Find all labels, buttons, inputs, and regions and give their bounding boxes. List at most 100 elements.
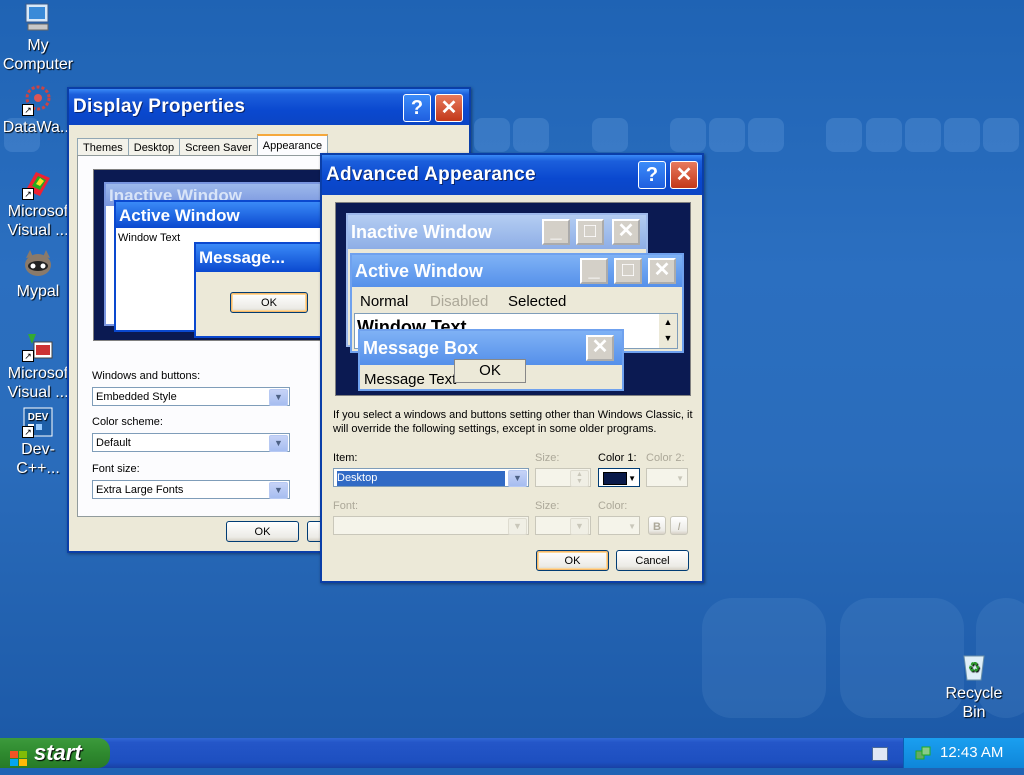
- chevron-down-icon[interactable]: ▼: [508, 518, 527, 535]
- preview-active-title: Active Window: [116, 202, 334, 228]
- item-size-spinner[interactable]: ▲ ▼: [535, 468, 591, 487]
- preview-active-title-bar: Active Window _ □ ✕: [352, 255, 682, 287]
- mypal-icon: [22, 248, 54, 280]
- info-text: If you select a windows and buttons sett…: [333, 409, 693, 435]
- help-button[interactable]: ?: [638, 161, 666, 189]
- devcpp-icon: DEV ↗: [22, 406, 54, 438]
- desktop-icon-visual-studio-2[interactable]: ↗ Microsof Visual ...: [0, 330, 76, 402]
- preview-ok-button: OK: [454, 359, 526, 383]
- recycle-bin-icon: ♻: [958, 650, 990, 682]
- tab-appearance[interactable]: Appearance: [256, 134, 329, 157]
- bg-tile: [748, 118, 784, 152]
- cancel-button[interactable]: Cancel: [616, 550, 689, 571]
- start-button[interactable]: start: [0, 738, 110, 768]
- shortcut-arrow-icon: ↗: [22, 350, 34, 362]
- close-icon: ✕: [612, 219, 640, 245]
- preview-menu-disabled: Disabled: [430, 293, 489, 310]
- desktop-icon-label: My Computer: [2, 37, 74, 73]
- item-value: Desktop: [337, 471, 505, 486]
- bold-button[interactable]: B: [648, 516, 666, 535]
- start-label: start: [34, 740, 82, 765]
- desktop-icon-recycle-bin[interactable]: ♻ Recycle Bin: [936, 650, 1012, 722]
- advanced-appearance-window: Advanced Appearance ? ✕ Inactive Window …: [320, 153, 704, 583]
- windows-buttons-label: Windows and buttons:: [92, 370, 201, 382]
- chevron-down-icon[interactable]: ▼: [269, 482, 288, 499]
- desktop-icon-label: Microsof Visual ...: [7, 365, 69, 401]
- bg-tile: [905, 118, 941, 152]
- help-button[interactable]: ?: [403, 94, 431, 122]
- visual-studio-icon: ↗: [22, 168, 54, 200]
- italic-button[interactable]: I: [670, 516, 688, 535]
- keyboard-icon[interactable]: [872, 747, 888, 761]
- chevron-down-icon[interactable]: ▼: [570, 518, 589, 535]
- color1-picker[interactable]: ▼: [598, 468, 640, 487]
- preview-menu-normal: Normal: [360, 293, 409, 310]
- minimize-icon: _: [580, 258, 608, 284]
- chevron-down-icon: ▼: [628, 522, 636, 531]
- bg-tile: [670, 118, 706, 152]
- bg-tile: [866, 118, 902, 152]
- clock[interactable]: 12:43 AM: [940, 738, 1003, 768]
- desktop-icon-label: Dev-C++...: [16, 441, 60, 477]
- desktop-icon-mypal[interactable]: Mypal: [0, 248, 76, 301]
- bg-tile: [474, 118, 510, 152]
- preview-box[interactable]: Inactive Window _ □ ✕ Active Window _ □ …: [335, 202, 691, 396]
- desktop-icon-visual-studio-1[interactable]: ↗ Microsof Visual ...: [0, 168, 76, 240]
- preview-active-title: Active Window: [355, 261, 483, 281]
- tab-strip: Themes Desktop Screen Saver Appearance: [77, 134, 329, 157]
- chevron-down-icon[interactable]: ▼: [269, 389, 288, 406]
- ok-button[interactable]: OK: [536, 550, 609, 571]
- font-label: Font:: [333, 500, 359, 512]
- font-size-select[interactable]: ▼: [535, 516, 591, 535]
- close-button[interactable]: ✕: [435, 94, 463, 122]
- window-title: Display Properties: [73, 96, 246, 117]
- shortcut-arrow-icon: ↗: [22, 188, 34, 200]
- maximize-icon: □: [576, 219, 604, 245]
- desktop-icon-label: Mypal: [16, 283, 60, 300]
- svg-text:♻: ♻: [968, 660, 981, 676]
- ok-button[interactable]: OK: [226, 521, 299, 542]
- bg-tile: [702, 598, 826, 718]
- color-scheme-label: Color scheme:: [92, 416, 163, 428]
- preview-message-window: Message Box ✕ Message Text OK: [358, 329, 624, 391]
- chevron-down-icon: ▼: [628, 474, 636, 483]
- scroll-arrows-icon: ▲ ▼: [659, 314, 677, 348]
- spinner-arrows-icon[interactable]: ▲ ▼: [570, 470, 589, 487]
- color2-picker[interactable]: ▼: [646, 468, 688, 487]
- desktop-icon-devcpp[interactable]: DEV ↗ Dev-C++...: [0, 406, 76, 478]
- svg-text:DEV: DEV: [28, 412, 49, 423]
- font-size-label: Size:: [535, 500, 560, 512]
- item-label: Item:: [333, 452, 358, 464]
- desktop-icon-datawa[interactable]: ↗ DataWa...: [0, 84, 76, 137]
- color2-label: Color 2:: [646, 452, 685, 464]
- preview-menu-selected: Selected: [508, 293, 567, 310]
- item-select[interactable]: Desktop ▼: [333, 468, 529, 487]
- color1-swatch: [603, 472, 627, 485]
- close-icon: ✕: [586, 335, 614, 361]
- windows-buttons-select[interactable]: Embedded Style ▼: [92, 387, 290, 406]
- font-size-value: Extra Large Fonts: [96, 484, 184, 496]
- font-size-select[interactable]: Extra Large Fonts ▼: [92, 480, 290, 499]
- desktop-icon-label: Recycle Bin: [945, 685, 1003, 721]
- shortcut-arrow-icon: ↗: [22, 104, 34, 116]
- close-icon: ✕: [648, 258, 676, 284]
- close-button[interactable]: ✕: [670, 161, 698, 189]
- desktop-icon-label: DataWa...: [2, 119, 74, 136]
- chevron-down-icon[interactable]: ▼: [508, 470, 527, 487]
- color-scheme-select[interactable]: Default ▼: [92, 433, 290, 452]
- windows-buttons-value: Embedded Style: [96, 391, 177, 403]
- font-select[interactable]: ▼: [333, 516, 529, 535]
- chevron-down-icon: ▼: [676, 474, 684, 483]
- bg-tile: [709, 118, 745, 152]
- font-size-label: Font size:: [92, 463, 140, 475]
- font-color-picker[interactable]: ▼: [598, 516, 640, 535]
- network-icon[interactable]: [914, 744, 932, 762]
- visual-studio-icon: ↗: [22, 330, 54, 362]
- bg-tile: [513, 118, 549, 152]
- maximize-icon: □: [614, 258, 642, 284]
- bg-tile: [592, 118, 628, 152]
- chevron-down-icon[interactable]: ▼: [269, 435, 288, 452]
- desktop-icon-my-computer[interactable]: My Computer: [0, 2, 76, 74]
- computer-icon: [22, 2, 54, 34]
- desktop-icon-label: Microsof Visual ...: [7, 203, 69, 239]
